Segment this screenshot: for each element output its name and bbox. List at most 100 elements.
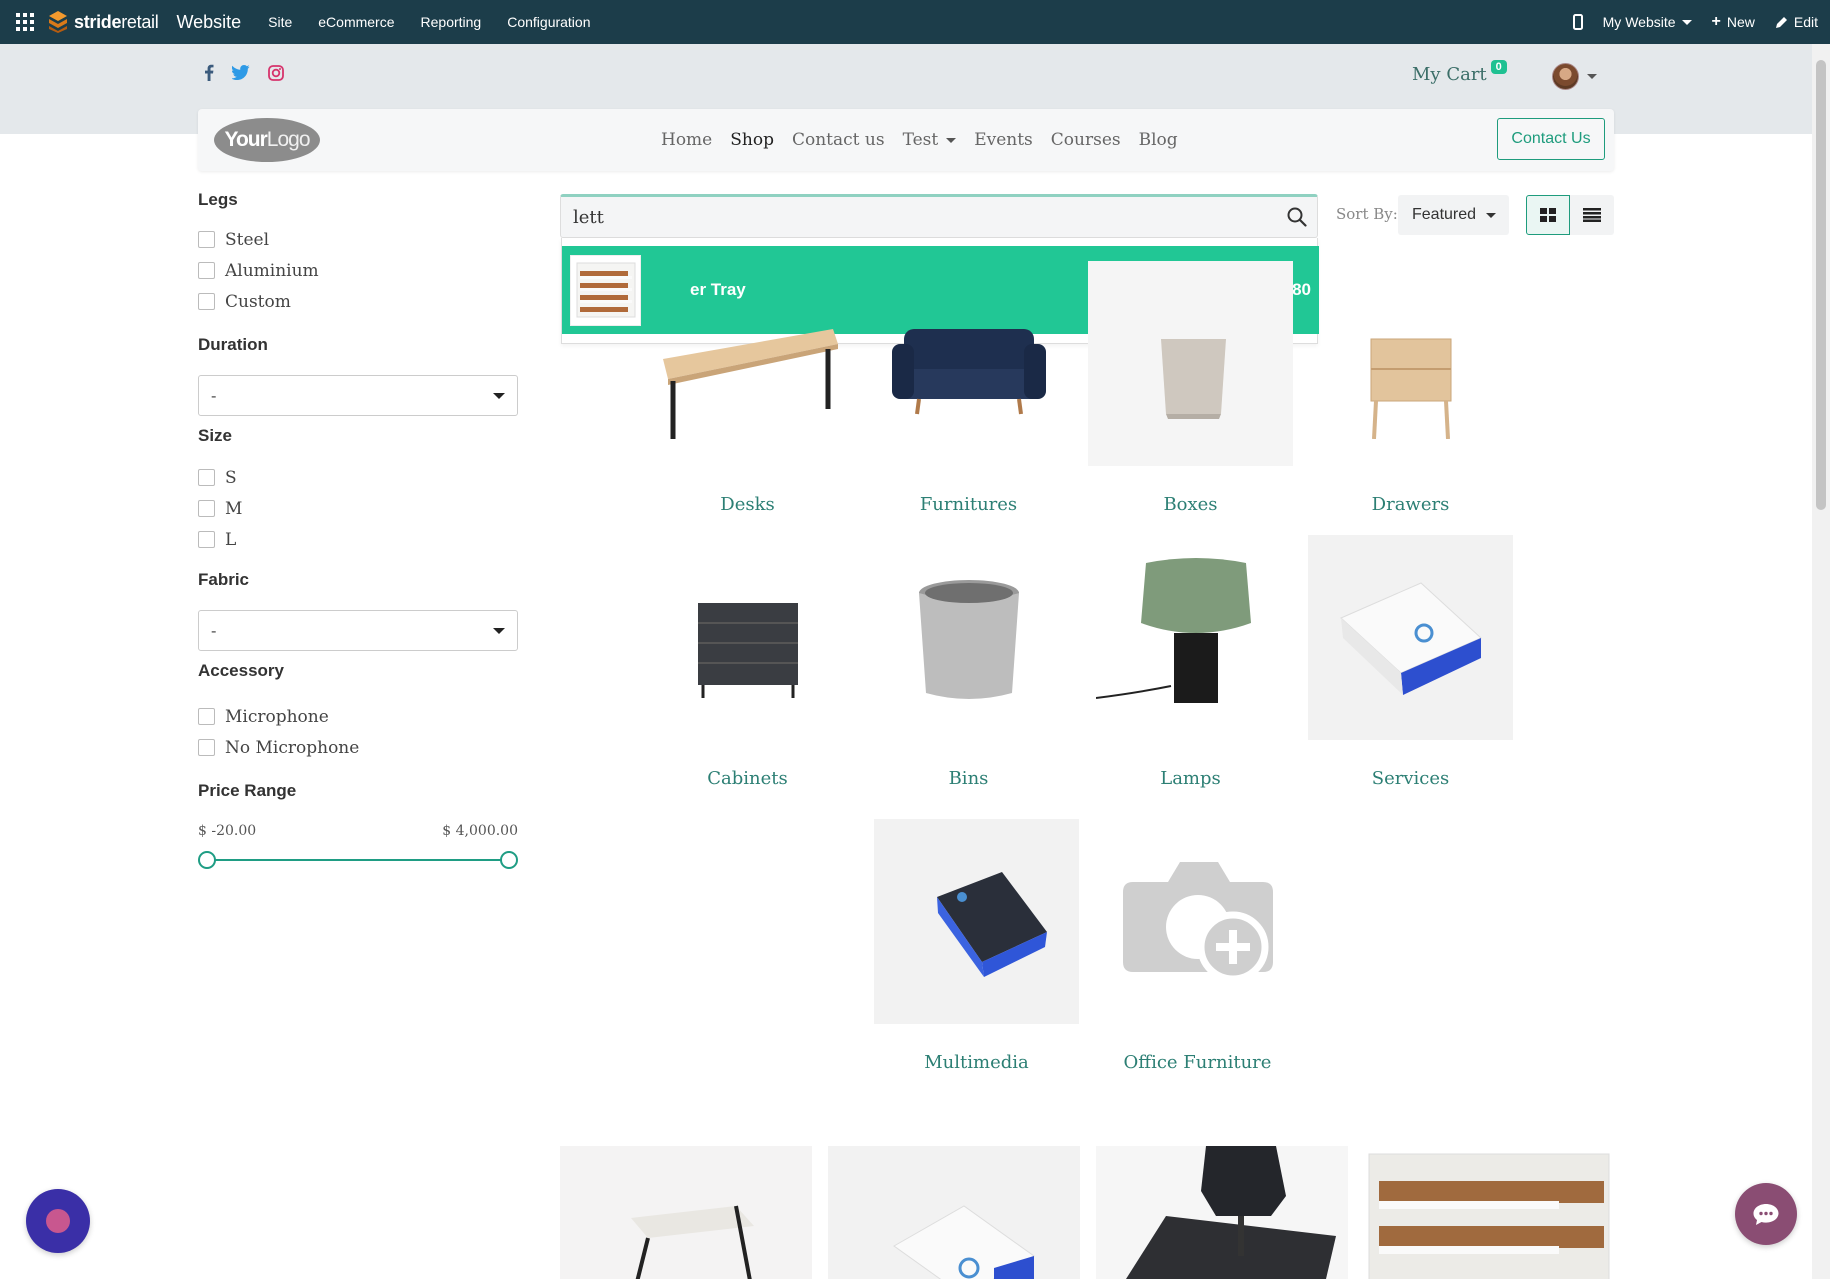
list-icon	[1583, 208, 1601, 222]
result-thumbnail	[570, 254, 641, 326]
product-card-warranty[interactable]	[828, 1146, 1080, 1279]
filter-option-m[interactable]: M	[198, 493, 518, 524]
checkbox[interactable]	[198, 739, 215, 756]
filter-option-steel[interactable]: Steel	[198, 224, 518, 255]
category-image	[1088, 261, 1293, 466]
brand-name: strideretail	[74, 11, 159, 32]
checkbox[interactable]	[198, 708, 215, 725]
duration-select[interactable]: -	[198, 375, 518, 416]
filter-option-s[interactable]: S	[198, 462, 518, 493]
filter-title-fabric: Fabric	[198, 570, 250, 589]
category-image	[1308, 535, 1513, 740]
nav-contact-us[interactable]: Contact us	[792, 130, 885, 150]
mobile-icon	[1572, 14, 1583, 30]
product-card-table[interactable]	[560, 1146, 812, 1279]
new-button[interactable]: + New	[1712, 13, 1755, 31]
app-name[interactable]: Website	[176, 12, 241, 33]
category-label: Bins	[948, 768, 989, 789]
live-chat-button[interactable]	[1735, 1183, 1797, 1245]
apps-grid-icon[interactable]	[0, 13, 50, 31]
user-menu[interactable]	[1552, 63, 1597, 90]
category-label: Multimedia	[924, 1052, 1029, 1073]
checkbox[interactable]	[198, 262, 215, 279]
chevron-down-icon	[1587, 74, 1597, 79]
site-navbar: Your Logo Home Shop Contact us Test Event…	[198, 109, 1614, 171]
page-scrollbar[interactable]	[1812, 44, 1830, 1279]
price-range-values: $ -20.00 $ 4,000.00	[198, 823, 518, 839]
menu-configuration[interactable]: Configuration	[507, 14, 590, 30]
brand-logo[interactable]: strideretail	[48, 10, 159, 34]
slider-max-handle[interactable]	[500, 851, 518, 869]
filter-option-microphone[interactable]: Microphone	[198, 701, 518, 732]
menu-reporting[interactable]: Reporting	[421, 14, 482, 30]
scrollbar-thumb[interactable]	[1816, 60, 1826, 510]
price-range-slider[interactable]	[198, 850, 518, 870]
instagram-icon[interactable]	[268, 64, 284, 81]
bubble-dot-icon	[46, 1209, 70, 1233]
mobile-preview-button[interactable]	[1572, 14, 1583, 30]
admin-menu: Site eCommerce Reporting Configuration	[255, 14, 603, 30]
nav-blog[interactable]: Blog	[1139, 130, 1178, 150]
category-label: Office Furniture	[1123, 1052, 1272, 1073]
plus-icon: +	[1711, 13, 1721, 30]
category-drawers[interactable]: Drawers	[1308, 261, 1513, 515]
product-search-input[interactable]: lett	[560, 194, 1318, 238]
category-boxes[interactable]: Boxes	[1088, 261, 1293, 515]
my-cart-link[interactable]: My Cart 0	[1412, 60, 1507, 85]
category-label: Drawers	[1371, 494, 1450, 515]
slider-track	[207, 859, 509, 861]
category-furnitures[interactable]: Furnitures	[866, 261, 1071, 515]
main-nav: Home Shop Contact us Test Events Courses…	[661, 130, 1178, 150]
menu-site[interactable]: Site	[268, 14, 292, 30]
category-label: Desks	[720, 494, 775, 515]
checkbox[interactable]	[198, 293, 215, 310]
product-card-chair[interactable]	[1096, 1146, 1348, 1279]
sort-dropdown[interactable]: Featured	[1398, 195, 1509, 235]
edit-button[interactable]: Edit	[1775, 14, 1818, 30]
nav-test-dropdown[interactable]: Test	[903, 130, 957, 150]
category-services[interactable]: Services	[1308, 535, 1513, 789]
category-image	[866, 261, 1071, 466]
chevron-down-icon	[493, 392, 505, 399]
facebook-icon[interactable]	[204, 64, 214, 81]
category-lamps[interactable]: Lamps	[1088, 535, 1293, 789]
category-image	[866, 535, 1071, 740]
filter-option-l[interactable]: L	[198, 524, 518, 555]
nav-courses[interactable]: Courses	[1051, 130, 1121, 150]
grid-view-button[interactable]	[1526, 195, 1570, 235]
product-card-letter-tray[interactable]	[1364, 1146, 1612, 1279]
filter-option-custom[interactable]: Custom	[198, 286, 518, 317]
checkbox[interactable]	[198, 531, 215, 548]
checkbox[interactable]	[198, 500, 215, 517]
price-min: $ -20.00	[198, 823, 257, 839]
slider-min-handle[interactable]	[198, 851, 216, 869]
category-multimedia[interactable]: Multimedia	[874, 819, 1079, 1073]
checkbox[interactable]	[198, 231, 215, 248]
camera-placeholder-icon	[1095, 819, 1300, 1024]
category-label: Furnitures	[919, 494, 1018, 515]
nav-home[interactable]: Home	[661, 130, 712, 150]
stride-logo-icon	[49, 11, 67, 33]
twitter-icon[interactable]	[232, 65, 250, 80]
filter-title-duration: Duration	[198, 335, 268, 354]
fabric-select[interactable]: -	[198, 610, 518, 651]
filter-option-no-microphone[interactable]: No Microphone	[198, 732, 518, 763]
my-website-dropdown[interactable]: My Website	[1603, 14, 1692, 30]
site-logo[interactable]: Your Logo	[214, 118, 320, 162]
avatar	[1552, 63, 1579, 90]
category-cabinets[interactable]: Cabinets	[645, 535, 850, 789]
list-view-button[interactable]	[1570, 195, 1614, 235]
checkbox[interactable]	[198, 469, 215, 486]
nav-events[interactable]: Events	[974, 130, 1033, 150]
assistant-bubble-button[interactable]	[26, 1189, 90, 1253]
category-bins[interactable]: Bins	[866, 535, 1071, 789]
search-icon[interactable]	[1287, 207, 1307, 227]
contact-us-button[interactable]: Contact Us	[1497, 118, 1605, 160]
nav-shop[interactable]: Shop	[730, 130, 774, 150]
sort-label: Sort By:	[1336, 205, 1398, 223]
category-office-furniture[interactable]: Office Furniture	[1095, 819, 1300, 1073]
category-desks[interactable]: Desks	[645, 261, 850, 515]
menu-ecommerce[interactable]: eCommerce	[318, 14, 394, 30]
filter-option-aluminium[interactable]: Aluminium	[198, 255, 518, 286]
cart-count-badge: 0	[1490, 60, 1507, 74]
